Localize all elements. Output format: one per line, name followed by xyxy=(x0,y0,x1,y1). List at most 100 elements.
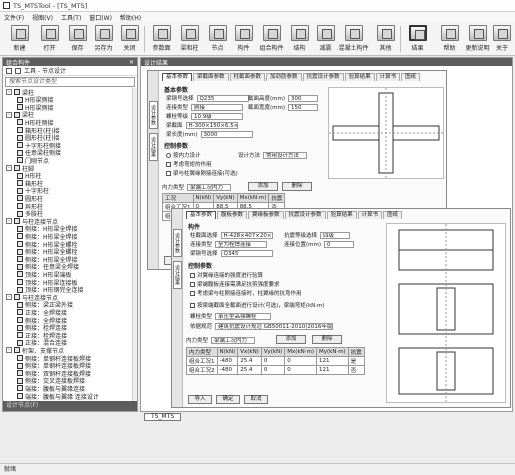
field-input[interactable]: 150 xyxy=(288,103,319,111)
tab-0[interactable]: 基本参数 xyxy=(162,73,193,81)
vtab-design-params[interactable]: 设计参数 xyxy=(173,229,182,257)
load-type-select[interactable]: 内力类型 梁端工况内力 xyxy=(186,336,258,344)
document-tab[interactable]: TS_MTS xyxy=(144,413,182,421)
tab-2[interactable]: 柱截面参数 xyxy=(229,73,266,81)
expand-icon[interactable]: - xyxy=(6,218,12,225)
menu-help[interactable]: 帮助(H) xyxy=(120,13,141,22)
field-input[interactable]: 3000 xyxy=(200,130,253,138)
add-load-button[interactable]: 添加 xyxy=(276,335,306,344)
result-button[interactable]: 结果 xyxy=(404,25,431,54)
tab-3[interactable]: 抗震设计参数 xyxy=(284,211,326,219)
table-cell[interactable]: 25.4 xyxy=(237,356,262,366)
field-row[interactable]: 梁钢号选择 Q345 xyxy=(190,249,276,257)
field-row[interactable]: 梁钢号选择 Q235 xyxy=(166,94,252,102)
code-select[interactable]: 依据规范 建筑抗震设计规范 GB50011-2010(2016年版) xyxy=(190,322,336,330)
beam-column-button[interactable]: 梁和柱 xyxy=(176,25,203,54)
member-button[interactable]: 构件 xyxy=(230,25,257,54)
field-row[interactable]: 连接位置(mm) 0 xyxy=(284,240,357,248)
rigid-connection-checkbox[interactable]: 梁与柱翼缘刚接连接(可选) xyxy=(166,169,238,177)
table-cell[interactable]: -480 xyxy=(216,365,239,375)
tab-2[interactable]: 翼缘板参数 xyxy=(248,211,284,219)
expand-icon[interactable]: - xyxy=(6,347,12,354)
menu-tools[interactable]: 工具(T) xyxy=(61,13,81,22)
field-row[interactable]: 抗震等级选择 四级 xyxy=(284,231,353,239)
help-button[interactable]: 帮助 xyxy=(436,25,463,54)
menu-window[interactable]: 窗口(W) xyxy=(89,13,112,22)
other-button[interactable]: 其他 xyxy=(372,25,399,54)
load-type-select[interactable]: 内力类型 梁端工况内力 xyxy=(162,183,234,191)
expand-icon[interactable]: - xyxy=(6,294,12,301)
field-input[interactable]: 10.9级 xyxy=(191,112,244,120)
table-row[interactable]: 组合工况1 -480 25.4 0 0 121 是 xyxy=(186,356,365,366)
tab-3[interactable]: 加劲肋参数 xyxy=(266,73,302,81)
about-button[interactable]: 关于 xyxy=(490,25,514,54)
tab-6[interactable]: 计算书 xyxy=(375,73,401,81)
delete-load-button[interactable]: 删除 xyxy=(282,182,312,191)
design-by-force-radio[interactable]: 按内力设计 xyxy=(166,151,201,159)
composite-member-button[interactable]: 组合构件 xyxy=(258,25,285,54)
tab-1[interactable]: 腹板参数 xyxy=(217,211,248,219)
field-input[interactable]: 300 xyxy=(288,94,319,102)
table-cell[interactable]: 0 xyxy=(260,356,286,366)
field-input[interactable]: 全为栓焊连接 xyxy=(215,240,268,248)
tab-1[interactable]: 梁截面参数 xyxy=(193,73,229,81)
table-cell[interactable]: 组合工况2 xyxy=(186,365,218,375)
tab-5[interactable]: 验算结果 xyxy=(344,73,375,81)
damping-button[interactable]: 减震 xyxy=(312,25,339,54)
table-cell[interactable]: 121 xyxy=(316,365,349,375)
expand-icon[interactable]: - xyxy=(6,165,12,171)
table-cell[interactable]: 组合工况1 xyxy=(186,356,218,366)
field-input[interactable]: 四级 xyxy=(320,231,351,239)
table-cell[interactable]: -480 xyxy=(216,356,239,366)
save-button[interactable]: 保存 xyxy=(64,25,91,54)
back-icon[interactable] xyxy=(6,67,12,74)
design-method-select[interactable]: 设计方法 常用设计方法 xyxy=(238,151,310,159)
cancel-button[interactable]: 取消 xyxy=(244,395,268,404)
open-button[interactable]: 打开 xyxy=(36,25,63,54)
new-button[interactable]: 新建 xyxy=(6,25,33,54)
field-input[interactable]: 刚接 xyxy=(191,103,244,111)
tab-4[interactable]: 验算结果 xyxy=(326,211,357,219)
field-input[interactable]: 0 xyxy=(324,240,355,248)
table-cell[interactable]: 是 xyxy=(347,356,365,366)
close-button[interactable]: 关闭 xyxy=(116,25,143,54)
bolt-type-select[interactable]: 螺栓类型 承压型高强螺栓 xyxy=(190,312,274,320)
table-cell[interactable]: 25.4 xyxy=(237,365,262,375)
ok-button[interactable]: 确定 xyxy=(216,395,240,404)
expand-icon[interactable]: - xyxy=(6,89,12,95)
menu-view[interactable]: 视图(V) xyxy=(32,13,53,22)
web-shear-checkbox[interactable]: 梁端腹板连接需满足抗剪强度要求 xyxy=(190,280,280,288)
concrete-member-button[interactable]: 混凝土构件 xyxy=(339,25,369,54)
table-row[interactable]: 组合工况2 -480 25.4 0 0 121 否 xyxy=(186,365,365,375)
field-row[interactable]: 柱截面选择H-428×407×20×35 xyxy=(190,231,276,239)
vtab-design-params[interactable]: 设计参数 xyxy=(149,101,158,129)
vtab-design-results[interactable]: 设计结果 xyxy=(149,133,158,161)
field-row[interactable]: 螺栓等级 10.9级 xyxy=(166,112,246,120)
tree-scrollbar[interactable] xyxy=(132,88,137,402)
vtab-design-results[interactable]: 设计结果 xyxy=(173,261,182,289)
tab-5[interactable]: 计算书 xyxy=(357,211,383,219)
field-row[interactable]: 梁截面 H-300×150×6.5×9 xyxy=(166,121,241,129)
import-button[interactable]: 导入 xyxy=(188,395,212,404)
field-row[interactable]: 连接类型 刚接 xyxy=(166,103,246,111)
field-input[interactable]: Q345 xyxy=(220,249,273,257)
table-cell[interactable]: 0 xyxy=(260,365,286,375)
field-row[interactable]: 截面高度(mm) 300 xyxy=(248,94,321,102)
update-notes-button[interactable]: 更新说明 xyxy=(464,25,491,54)
column-flange-checkbox[interactable]: 考虑梁与柱刚接连接时，柱翼缘的抗弯作用 xyxy=(190,289,302,297)
tab-0[interactable]: 基本参数 xyxy=(186,211,217,219)
tab-6[interactable]: 图纸 xyxy=(383,211,403,219)
field-input[interactable]: Q235 xyxy=(196,94,249,102)
full-section-checkbox[interactable]: 按梁端截面全截面进行设计(可选)，梁端弯矩(kN·m) xyxy=(190,301,325,309)
tab-4[interactable]: 抗震设计参数 xyxy=(302,73,344,81)
structure-button[interactable]: 结构 xyxy=(286,25,313,54)
table-cell[interactable]: 0 xyxy=(284,356,317,366)
flange-check-checkbox[interactable]: 对翼缘连接的强度进行验算 xyxy=(190,271,263,279)
table-cell[interactable]: 121 xyxy=(316,356,349,366)
table-cell[interactable]: 否 xyxy=(347,365,365,375)
table-cell[interactable]: 0 xyxy=(284,365,317,375)
add-load-button[interactable]: 添加 xyxy=(248,182,278,191)
forward-icon[interactable] xyxy=(15,67,21,74)
field-input[interactable]: H-428×407×20×35 xyxy=(220,231,273,239)
expand-icon[interactable]: - xyxy=(6,111,12,118)
